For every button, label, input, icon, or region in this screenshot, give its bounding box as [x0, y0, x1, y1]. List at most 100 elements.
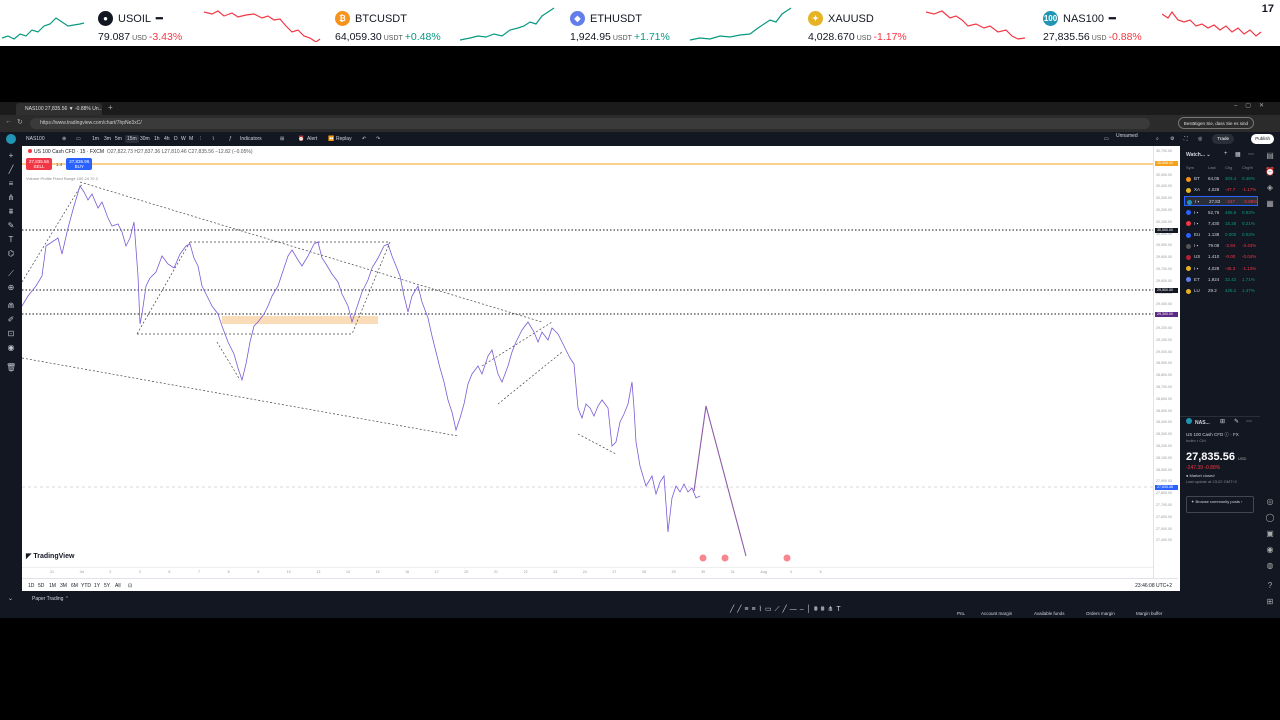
watchlist-title[interactable]: Watch... ⌄	[1186, 152, 1211, 158]
eye-icon[interactable]: ◉	[6, 344, 16, 352]
brush-icon[interactable]: ✎	[6, 222, 16, 230]
chart-canvas[interactable]	[22, 146, 1153, 567]
layout-icon[interactable]: ⊞	[1220, 418, 1225, 425]
fib-icon[interactable]: ⩩	[6, 208, 16, 216]
camera-icon[interactable]: ◎	[1198, 136, 1202, 142]
broadcast-icon[interactable]: ◉	[1265, 546, 1275, 554]
watchlist-row[interactable]: LU 29.2 425.2 1.47%	[1184, 286, 1258, 296]
watchlist-row[interactable]: US 1.410 -0.00 -0.04%	[1184, 252, 1258, 262]
undo-icon[interactable]: ↶	[362, 136, 366, 142]
more-icon[interactable]: ⋯	[1246, 418, 1252, 425]
watchlist-row[interactable]: I ▪ 79.08 -2.84 -3.43%	[1184, 241, 1258, 251]
chat-icon[interactable]: ◯	[1265, 514, 1275, 522]
price-tag[interactable]: 30,558.91	[1155, 161, 1178, 166]
tf-d[interactable]: D	[174, 136, 178, 142]
reload-icon[interactable]: ↻	[17, 118, 23, 126]
alert-button[interactable]: Alert	[307, 136, 317, 142]
watchlist-row[interactable]: I ▪ 7,430 15.28 0.21%	[1184, 219, 1258, 229]
add-symbol-icon[interactable]: +	[1224, 151, 1228, 157]
paper-trading-tab[interactable]: Paper Trading ⌃	[32, 596, 69, 602]
time-scale[interactable]: 31 Jul 2 3 6 7 8 9 10 13 14 15 16 17 20 21 22 23 24 27 28 29 3…	[22, 567, 1153, 578]
tf-m[interactable]: M	[189, 136, 193, 142]
sell-button[interactable]: 27,835.56 SELL	[26, 158, 53, 170]
range-button-1d[interactable]: 1D	[28, 583, 34, 589]
tf-15m[interactable]: 15m	[125, 135, 139, 143]
crosshair-icon[interactable]: +	[6, 152, 16, 160]
new-tab-icon[interactable]: +	[108, 103, 113, 112]
back-icon[interactable]: ←	[5, 118, 12, 125]
replay-icon[interactable]: ⏪	[328, 136, 334, 142]
fullscreen-icon[interactable]: ⛶	[1184, 136, 1188, 142]
price-tag[interactable]: 27,835.56	[1155, 485, 1178, 490]
watchlist-row[interactable]: EU 1.138 0.000 0.03%	[1184, 230, 1258, 240]
price-chart[interactable]: US 100 Cash CFD · 15 · FXCM O27,822.73 H…	[22, 146, 1178, 578]
tf-5m[interactable]: 5m	[115, 136, 122, 142]
tf-4h[interactable]: 4h	[164, 136, 170, 142]
range-button-5d[interactable]: 5D	[38, 583, 44, 589]
price-series[interactable]	[22, 185, 701, 533]
grid-icon[interactable]: ⊞	[1265, 598, 1275, 606]
indicators-icon[interactable]: ƒ	[229, 136, 232, 142]
watchlist-row[interactable]: I ▪ 27,83 -247 -0.88%	[1184, 196, 1258, 207]
more-icon[interactable]: ⋯	[1248, 151, 1254, 158]
settings-icon[interactable]: ⚙	[1170, 136, 1174, 142]
url-field[interactable]: https://www.tradingview.com/chart/7hpNe3…	[30, 118, 1150, 129]
notification-icon[interactable]: ◍	[1265, 562, 1275, 570]
range-button-1m[interactable]: 1M	[49, 583, 56, 589]
price-scale[interactable]: 30,700.0030,600.0030,500.0030,400.0030,3…	[1153, 146, 1178, 578]
edit-icon[interactable]: ✎	[1234, 418, 1239, 425]
range-button-3m[interactable]: 3M	[60, 583, 67, 589]
templates-icon[interactable]: ⊞	[280, 136, 284, 142]
zoom-icon[interactable]: ⊕	[6, 284, 16, 292]
watchlist-row[interactable]: BT 64,05 303.4 0.48%	[1184, 174, 1258, 184]
grid-view-icon[interactable]: ▦	[1235, 151, 1241, 158]
verify-prompt-button[interactable]: Bestätigen Sie, dass Sie es sind	[1177, 117, 1254, 129]
text-icon[interactable]: T	[6, 236, 16, 244]
community-ideas-button[interactable]: ✦ Browse community posts ›	[1186, 496, 1254, 513]
lock-icon[interactable]: ⊡	[6, 330, 16, 338]
candles-icon[interactable]: ⌇	[212, 136, 214, 142]
replay-button[interactable]: Replay	[336, 136, 352, 142]
layers-icon[interactable]: ◈	[1265, 184, 1275, 192]
collapse-icon[interactable]: ⌄	[8, 595, 13, 602]
compare-icon[interactable]: ▭	[76, 136, 81, 142]
watchlist-row[interactable]: I ▪ 52,76 485.6 0.93%	[1184, 208, 1258, 218]
price-tag[interactable]: 29,500.00	[1155, 288, 1178, 293]
calendar-icon[interactable]: ▣	[1265, 530, 1275, 538]
pencil-lock-icon[interactable]: ✐	[6, 316, 16, 324]
watchlist-icon[interactable]: ▤	[1265, 152, 1275, 160]
redo-icon[interactable]: ↷	[376, 136, 380, 142]
symbol-search[interactable]: NAS100	[26, 136, 45, 142]
range-button-6m[interactable]: 6M	[71, 583, 78, 589]
trendline-icon[interactable]: ╱	[6, 166, 16, 174]
browser-tab[interactable]: NAS100 27,835.56 ▼ -0.88% Un...	[16, 103, 102, 115]
buy-button[interactable]: 27,836.96 BUY	[66, 158, 93, 170]
tf-w[interactable]: W	[181, 136, 186, 142]
window-controls[interactable]: –▢✕	[1234, 102, 1272, 109]
bar-style-icon[interactable]: ⫶	[200, 136, 201, 142]
layout-icon[interactable]: ▭	[1104, 136, 1109, 142]
bottom-tools-icons[interactable]: ╱╱≡≡⌇▭⟋╱—–│⩩⩩⋔T	[730, 605, 844, 614]
tf-1h[interactable]: 1h	[154, 136, 160, 142]
hotlist-icon[interactable]: ▦	[1265, 200, 1275, 208]
horizontal-lines-icon[interactable]: ≡	[6, 180, 16, 188]
tf-1m[interactable]: 1m	[92, 136, 99, 142]
event-flag-icon[interactable]	[721, 554, 729, 562]
avatar[interactable]	[6, 134, 16, 144]
price-tag[interactable]: 29,300.00	[1155, 312, 1178, 317]
pattern-icon[interactable]: ⌬	[6, 250, 16, 258]
volume-profile-zone[interactable]	[222, 316, 378, 324]
event-flag-icon[interactable]	[699, 554, 707, 562]
event-flag-icon[interactable]	[783, 554, 791, 562]
ruler-icon[interactable]: ⟋	[6, 270, 16, 278]
publish-button[interactable]: Publish	[1251, 134, 1274, 144]
help-icon[interactable]: ?	[1265, 582, 1275, 590]
trade-button[interactable]: Trade	[1212, 134, 1234, 144]
indicator-label[interactable]: Volume Profile Fixed Range 100 24 70 2	[26, 176, 98, 181]
alert-icon[interactable]: ⏰	[298, 136, 304, 142]
watchlist-row[interactable]: ET 1,924 32.42 1.71%	[1184, 275, 1258, 285]
alerts-icon[interactable]: ⏰	[1265, 168, 1275, 176]
range-button-1y[interactable]: 1Y	[94, 583, 100, 589]
trash-icon[interactable]: 🗑	[6, 364, 16, 372]
add-symbol-icon[interactable]: ⊕	[62, 136, 66, 142]
